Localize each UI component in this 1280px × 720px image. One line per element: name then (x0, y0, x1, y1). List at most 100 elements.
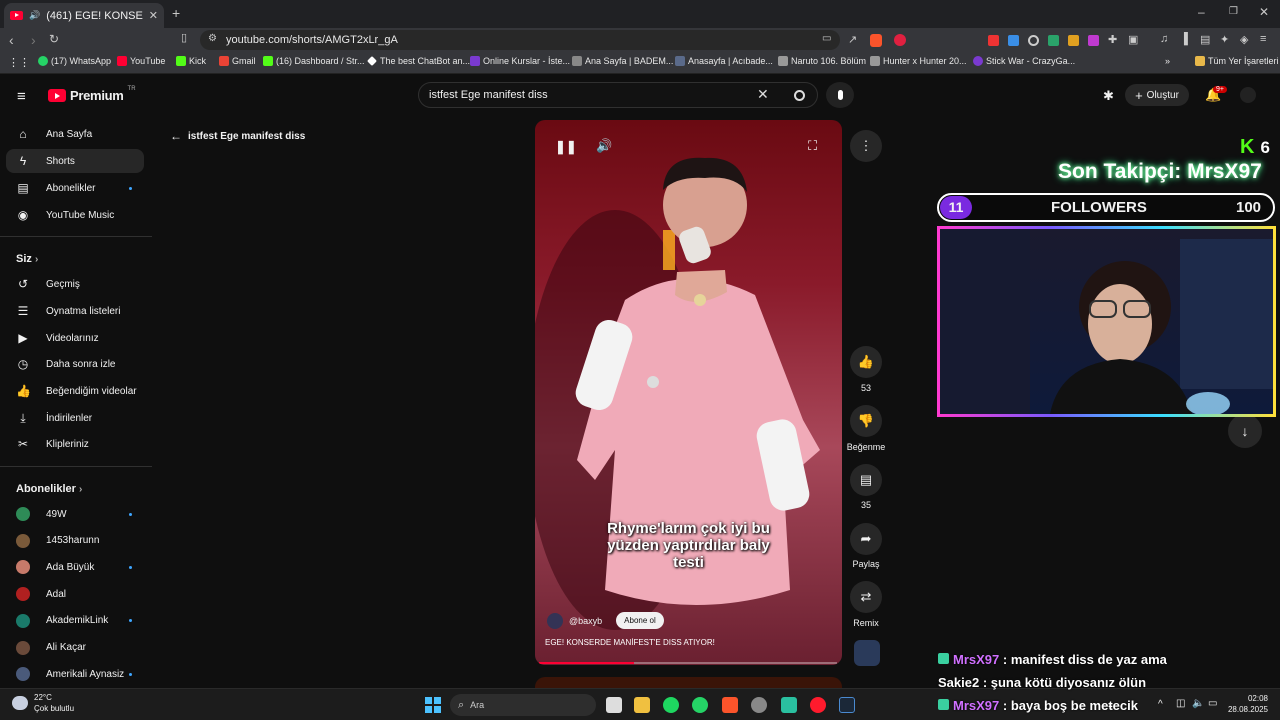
next-short-button[interactable]: ↓ (1228, 414, 1262, 448)
subscription-item[interactable]: 1453harunn (6, 529, 144, 553)
search-input[interactable]: istfest Ege manifest diss ✕ (418, 82, 818, 108)
create-button[interactable]: + Oluştur (1125, 84, 1189, 106)
avatar[interactable] (1240, 87, 1256, 103)
extension-icon-3[interactable] (1028, 35, 1039, 46)
sidebar-item-playlists[interactable]: ☰ Oynatma listeleri (6, 299, 144, 323)
opera-icon[interactable] (810, 697, 826, 713)
youtube-logo[interactable]: Premium TR (48, 86, 136, 103)
like-button[interactable]: 👍 (850, 346, 882, 378)
menu-icon[interactable]: ≡ (1260, 33, 1266, 45)
sidebar-item-watch-later[interactable]: ◷ Daha sonra izle (6, 352, 144, 376)
remix-button[interactable]: ⇄ (850, 581, 882, 613)
fullscreen-icon[interactable]: ⛶ (808, 138, 817, 154)
hamburger-menu-icon[interactable]: ≡ (17, 88, 26, 105)
sidebar-icon[interactable]: ▐ (1180, 33, 1188, 45)
subscriptions-section-title[interactable]: Abonelikler › (16, 483, 82, 495)
sidebar-item-youtube-music[interactable]: ◉ YouTube Music (6, 203, 144, 227)
video-title[interactable]: EGE! KONSERDE MANİFEST'E DISS ATIYOR! (545, 638, 715, 647)
bookmark-chatbot[interactable]: The best ChatBot an... (367, 56, 470, 66)
extension-icon-1[interactable] (988, 35, 999, 46)
ai-sparkle-icon[interactable]: ✱ (1103, 88, 1114, 104)
tray-overflow-icon[interactable]: ^ (1158, 699, 1163, 710)
subscription-item[interactable]: Adal (6, 582, 144, 606)
wallet-icon[interactable]: ▤ (1200, 33, 1210, 46)
more-options-button[interactable]: ⋮ (850, 130, 882, 162)
address-bar[interactable]: ⚙ youtube.com/shorts/AMGT2xLr_gA ▭ (200, 30, 840, 50)
reload-icon[interactable]: ↻ (49, 33, 59, 45)
sidebar-item-home[interactable]: ⌂ Ana Sayfa (6, 122, 144, 146)
extension-icon-5[interactable] (1068, 35, 1079, 46)
bookmark-badem[interactable]: Ana Sayfa | BADEM... (572, 56, 673, 66)
file-explorer-icon[interactable] (634, 697, 650, 713)
subscription-item[interactable]: Amerikali Aynasiz (6, 662, 144, 686)
bookmark-online-kurslar[interactable]: Online Kurslar - İste... (470, 56, 570, 66)
pause-icon[interactable]: ❚❚ (555, 139, 577, 155)
sidebar-item-shorts[interactable]: ϟ Shorts (6, 149, 144, 173)
back-to-search[interactable]: ← istfest Ege manifest diss (170, 129, 305, 143)
weather-icon[interactable] (12, 696, 28, 710)
audio-thumbnail[interactable] (854, 640, 880, 666)
close-window-icon[interactable]: ✕ (1259, 6, 1269, 18)
browser-tab[interactable]: 🔊 (461) EGE! KONSERDE MANİ ✕ (4, 3, 164, 28)
progress-track[interactable] (539, 662, 837, 664)
share-icon[interactable]: ↗ (848, 33, 857, 46)
channel-handle[interactable]: @baxyb (569, 616, 602, 626)
new-tab-button[interactable]: + (172, 6, 180, 20)
extension-icon-2[interactable] (1008, 35, 1019, 46)
brave-rewards-icon[interactable] (894, 34, 906, 46)
back-icon[interactable]: ‹ (9, 33, 14, 47)
sidebar-item-history[interactable]: ↺ Geçmiş (6, 272, 144, 296)
tab-close-icon[interactable]: ✕ (149, 9, 158, 22)
shorts-video-player[interactable]: ❚❚ 🔊 ⛶ Rhyme'larım çok iyi bu yüzden yap… (535, 120, 842, 665)
sidebar-item-your-videos[interactable]: ▶ Videolarınız (6, 326, 144, 350)
clock-time[interactable]: 02:08 (1220, 694, 1268, 703)
bookmark-stickwar[interactable]: Stick War - CrazyGa... (973, 56, 1075, 66)
vpn-icon[interactable]: ◈ (1240, 33, 1248, 46)
voice-search-button[interactable] (826, 82, 854, 108)
steam-like-icon[interactable] (751, 697, 767, 713)
forward-icon[interactable]: › (31, 33, 36, 47)
bookmark-acibadem[interactable]: Anasayfa | Acıbade... (675, 56, 773, 66)
weather-desc[interactable]: Çok bulutlu (34, 704, 74, 713)
bookmark-youtube[interactable]: YouTube (117, 56, 165, 66)
subscription-item[interactable]: AkademikLink (6, 609, 144, 633)
clear-search-icon[interactable]: ✕ (757, 86, 769, 103)
bookmark-whatsapp[interactable]: (17) WhatsApp (38, 56, 111, 66)
brave-icon[interactable] (722, 697, 738, 713)
minimize-icon[interactable]: – (1198, 6, 1205, 18)
battery-icon[interactable]: ▭ (1208, 698, 1217, 709)
comments-button[interactable]: ▤ (850, 464, 882, 496)
volume-icon[interactable]: 🔊 (596, 138, 612, 154)
bookmark-gmail[interactable]: Gmail (219, 56, 256, 66)
you-section-title[interactable]: Siz › (16, 253, 38, 265)
share-button[interactable]: ➦ (850, 523, 882, 555)
bookmarks-overflow-icon[interactable]: » (1165, 56, 1170, 66)
bookmark-kick[interactable]: Kick (176, 56, 206, 66)
bookmark-page-icon[interactable]: ▯ (181, 33, 187, 44)
subscription-item[interactable]: 49W (6, 502, 144, 526)
sidebar-item-downloads[interactable]: ⤓ İndirilenler (6, 406, 144, 430)
app-icon-green[interactable] (781, 697, 797, 713)
speaker-icon[interactable]: 🔈 (1192, 698, 1204, 709)
spotify-icon[interactable] (663, 697, 679, 713)
brave-shield-icon[interactable] (870, 34, 882, 47)
search-button[interactable] (780, 82, 818, 108)
steam-icon[interactable] (839, 697, 855, 713)
task-view-icon[interactable] (606, 697, 622, 713)
subscription-item[interactable]: Ali Kaçar (6, 636, 144, 660)
subscribe-button[interactable]: Abone ol (616, 612, 664, 629)
leo-ai-icon[interactable]: ✦ (1220, 33, 1229, 46)
bookmark-dashboard[interactable]: (16) Dashboard / Str... (263, 56, 365, 66)
extension-icon-4[interactable] (1048, 35, 1059, 46)
network-icon[interactable]: ◫ (1176, 698, 1185, 709)
apps-icon[interactable]: ⋮⋮ (8, 56, 30, 69)
dislike-button[interactable]: 👎 (850, 405, 882, 437)
extension-icon-6[interactable] (1088, 35, 1099, 46)
maximize-icon[interactable]: ❐ (1229, 7, 1238, 17)
all-bookmarks[interactable]: Tüm Yer İşaretleri (1195, 56, 1279, 66)
weather-temp[interactable]: 22°C (34, 693, 52, 702)
site-info-icon[interactable]: ⚙ (208, 34, 217, 44)
cast-icon[interactable]: ▭ (822, 34, 831, 44)
screenshot-icon[interactable]: ▣ (1128, 33, 1138, 46)
bookmark-naruto[interactable]: Naruto 106. Bölüm (778, 56, 866, 66)
